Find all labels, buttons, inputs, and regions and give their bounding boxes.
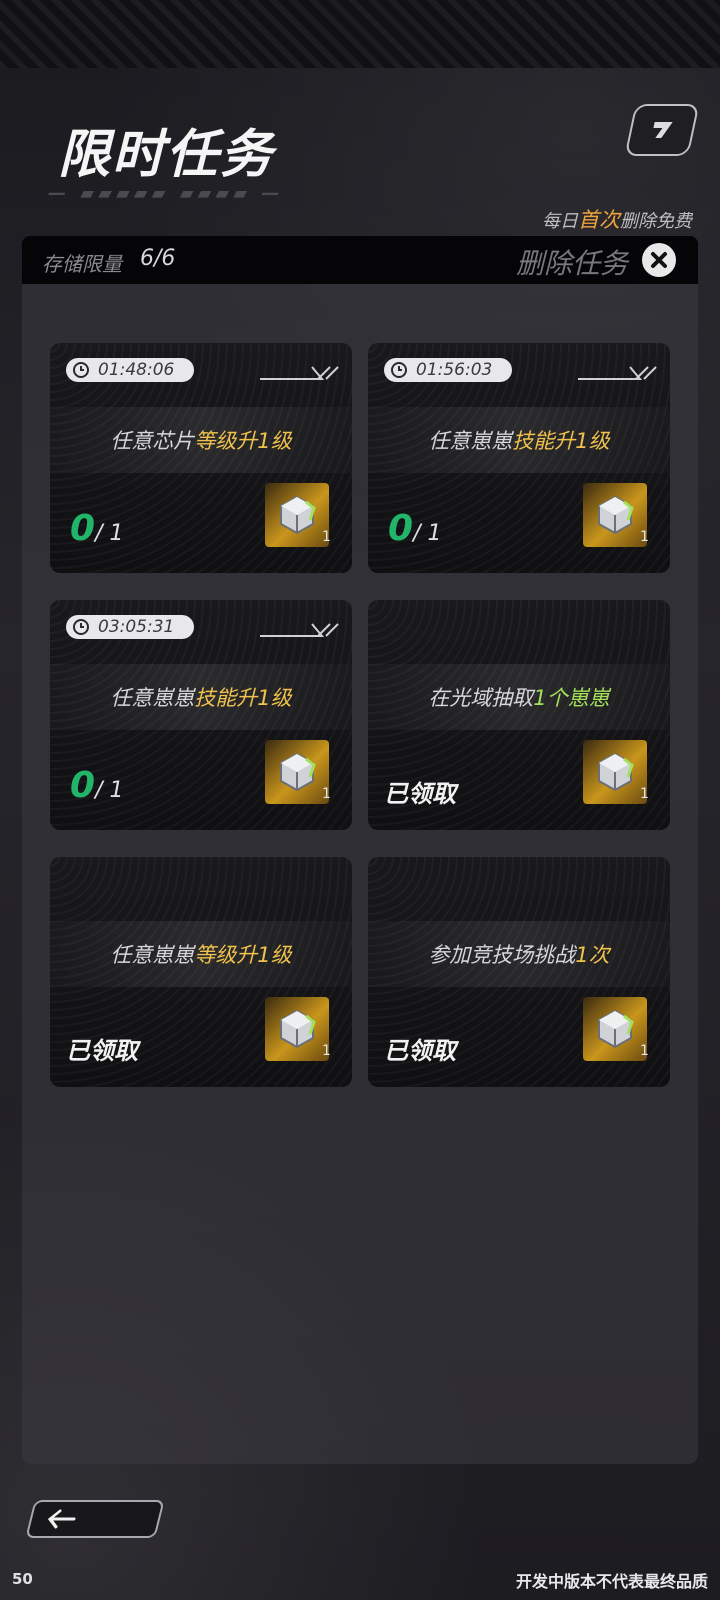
clock-icon [73,619,89,635]
progress-total: / 1 [95,521,124,546]
task-card[interactable]: 01:56:03 任意崽崽 技能升1级 0/ 1 1 [368,343,670,573]
reward-count: 1 [640,529,649,545]
chip-cube-icon [598,495,634,535]
reward-item[interactable] [583,740,647,804]
task-card[interactable]: 01:48:06 任意芯片 等级升1级 0/ 1 1 [50,343,352,573]
storage-label: 存储限量 [42,252,122,276]
free-delete-note: 每日首次删除免费 [542,204,692,234]
progress-total: / 1 [413,521,442,546]
task-description: 任意崽崽 技能升1级 [368,407,670,473]
reward-count: 1 [640,786,649,802]
claimed-label: 已领取 [66,1037,138,1065]
chip-cube-icon [598,1009,634,1049]
delete-task-label[interactable]: 删除任务 [516,242,628,282]
reward-count: 1 [322,529,331,545]
claimed-label: 已领取 [384,780,456,808]
clock-icon [73,362,89,378]
task-text: 任意崽崽 [110,686,195,710]
progress-total: / 1 [95,778,124,803]
reward-item[interactable] [265,997,329,1061]
timer-text: 03:05:31 [98,617,175,637]
storage-bar: 存储限量 6/6 删除任务 [22,236,698,284]
delete-task-button[interactable] [642,243,676,277]
chip-cube-icon [598,752,634,792]
slash-decoration [260,366,339,380]
reward-item[interactable] [583,483,647,547]
task-card[interactable]: 任意崽崽 等级升1级已领取 1 [50,857,352,1087]
progress-current: 0 [70,765,96,806]
fps-counter: 50 [12,1570,33,1588]
timer-text: 01:48:06 [98,360,175,380]
task-description: 任意崽崽 技能升1级 [50,664,352,730]
task-progress: 0/ 1 [70,508,123,549]
progress-current: 0 [388,508,414,549]
slash-decoration [260,623,339,637]
reward-count: 1 [322,1043,331,1059]
task-description: 任意芯片 等级升1级 [50,407,352,473]
task-text: 任意芯片 [110,429,195,453]
task-highlight: 等级升1级 [194,943,292,967]
free-note-suffix: 删除免费 [620,211,692,232]
title-decoration: — ▰▰▰▰▰ ▰▰▰▰ — [48,183,284,204]
task-description: 任意崽崽 等级升1级 [50,921,352,987]
reward-item[interactable] [265,483,329,547]
task-card[interactable]: 03:05:31 任意崽崽 技能升1级 0/ 1 1 [50,600,352,830]
build-disclaimer: 开发中版本不代表最终品质 [515,1572,708,1591]
page-title: 限时任务 [58,125,275,185]
progress-current: 0 [70,508,96,549]
reward-item[interactable] [265,740,329,804]
task-card[interactable]: 参加竞技场挑战 1次已领取 1 [368,857,670,1087]
reward-count: 1 [322,786,331,802]
timer-text: 01:56:03 [416,360,493,380]
share-arrow-icon [653,122,673,138]
claimed-label: 已领取 [384,1037,456,1065]
task-timer: 03:05:31 [66,615,194,639]
task-text: 任意崽崽 [110,943,195,967]
close-icon [651,252,667,268]
task-highlight: 1次 [575,943,610,967]
chip-cube-icon [280,495,316,535]
top-decor-strip [0,0,720,68]
free-note-highlight: 首次 [578,208,620,232]
task-card[interactable]: 在光域抽取 1个崽崽已领取 1 [368,600,670,830]
task-timer: 01:56:03 [384,358,512,382]
arrow-left-icon [47,1509,76,1529]
storage-value: 6/6 [140,246,176,271]
task-highlight: 技能升1级 [194,686,292,710]
task-text: 任意崽崽 [428,429,513,453]
task-timer: 01:48:06 [66,358,194,382]
clock-icon [391,362,407,378]
task-description: 在光域抽取 1个崽崽 [368,664,670,730]
free-note-prefix: 每日 [542,211,578,232]
task-progress: 0/ 1 [70,765,123,806]
task-highlight: 技能升1级 [512,429,610,453]
reward-count: 1 [640,1043,649,1059]
chip-cube-icon [280,752,316,792]
task-progress: 0/ 1 [388,508,441,549]
top-action-button[interactable] [624,104,700,156]
task-highlight: 1个崽崽 [533,686,610,710]
task-text: 参加竞技场挑战 [428,943,576,967]
task-description: 参加竞技场挑战 1次 [368,921,670,987]
task-text: 在光域抽取 [428,686,534,710]
back-button[interactable] [25,1500,165,1538]
chip-cube-icon [280,1009,316,1049]
task-highlight: 等级升1级 [194,429,292,453]
slash-decoration [578,366,657,380]
reward-item[interactable] [583,997,647,1061]
